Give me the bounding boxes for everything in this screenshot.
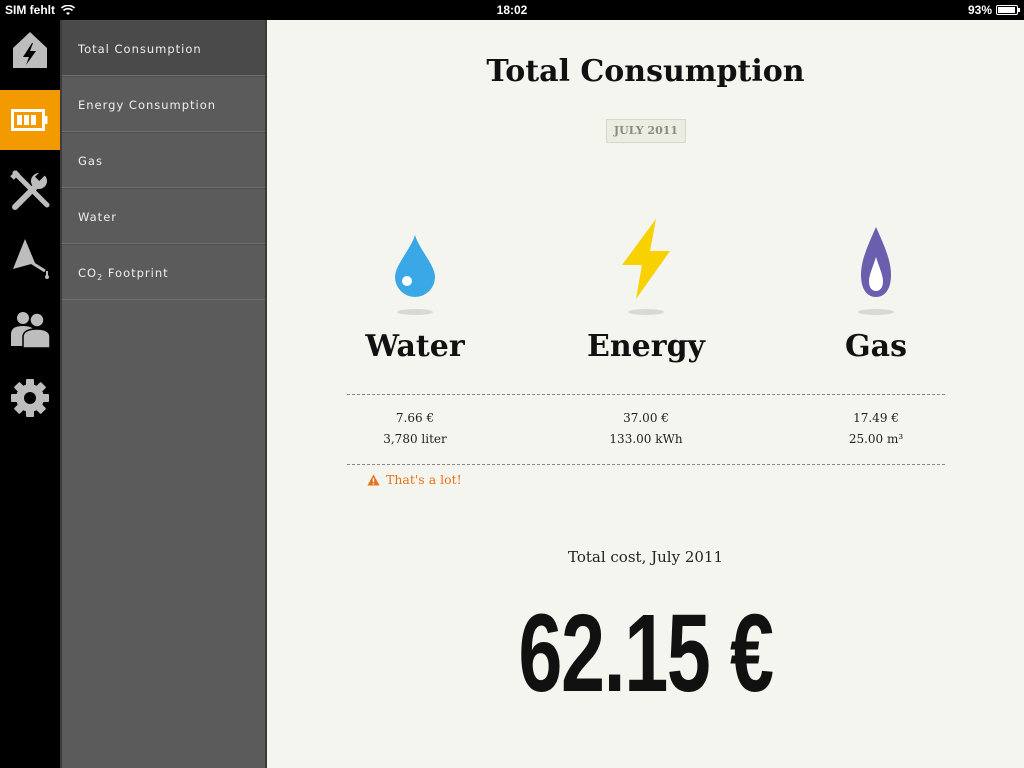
- page-title: Total Consumption: [486, 54, 805, 89]
- water-column: Water: [315, 215, 515, 364]
- total-cost-value: 62.15 €: [518, 592, 774, 715]
- gas-values: 17.49 € 25.00 m³: [776, 408, 976, 450]
- rail-settings-button[interactable]: [0, 368, 60, 428]
- water-drop-icon: [395, 235, 435, 297]
- battery-icon: [11, 109, 48, 131]
- icon-shadow: [628, 309, 664, 315]
- gas-amount: 25.00 m³: [848, 432, 904, 446]
- menu-item-label: Gas: [78, 154, 103, 168]
- warning-message[interactable]: That's a lot!: [367, 472, 462, 487]
- gas-title: Gas: [845, 329, 907, 364]
- total-cost-label: Total cost, July 2011: [568, 548, 723, 566]
- lamp-icon: [13, 239, 49, 279]
- menu-item-label: Water: [78, 210, 117, 224]
- icon-rail: [0, 20, 67, 768]
- icon-shadow: [858, 309, 894, 315]
- divider: [347, 464, 945, 465]
- clock: 18:02: [496, 3, 528, 17]
- gas-column: Gas: [776, 215, 976, 364]
- water-values: 7.66 € 3,780 liter: [315, 408, 515, 450]
- warning-icon: [367, 474, 380, 485]
- date-badge[interactable]: JULY 2011: [606, 119, 686, 143]
- rail-users-button[interactable]: [0, 298, 60, 358]
- gas-cost: 17.49 €: [853, 411, 899, 425]
- rail-home-button[interactable]: [0, 20, 60, 80]
- status-bar: SIM fehlt 18:02 93%: [0, 0, 1024, 20]
- menu-item-label: Energy Consumption: [78, 98, 217, 112]
- menu-item-gas[interactable]: Gas: [62, 132, 265, 188]
- battery-fill: [998, 7, 1015, 13]
- water-amount: 3,780 liter: [383, 432, 447, 446]
- menu-item-energy-consumption[interactable]: Energy Consumption: [62, 76, 265, 132]
- energy-column: Energy: [546, 215, 746, 364]
- battery-percent: 93%: [967, 3, 992, 17]
- tools-icon: [10, 170, 50, 210]
- menu-item-co2-footprint[interactable]: CO2 Footprint: [62, 244, 265, 300]
- water-cost: 7.66 €: [395, 411, 435, 425]
- energy-amount: 133.00 kWh: [609, 432, 683, 446]
- main-content: Total Consumption JULY 2011 Water Energy: [265, 20, 1024, 768]
- gear-icon: [11, 379, 49, 417]
- rail-consumption-button[interactable]: [0, 90, 67, 150]
- lightning-icon: [622, 219, 670, 299]
- gas-flame-icon: [861, 227, 891, 297]
- users-icon: [11, 312, 51, 348]
- battery-indicator-icon: [996, 5, 1020, 15]
- menu-item-water[interactable]: Water: [62, 188, 265, 244]
- rail-tools-button[interactable]: [0, 160, 60, 220]
- energy-title: Energy: [587, 329, 705, 364]
- home-lightning-icon: [13, 32, 47, 68]
- section-menu: Total Consumption Energy Consumption Gas…: [60, 20, 272, 768]
- energy-cost: 37.00 €: [623, 411, 669, 425]
- warning-text: That's a lot!: [386, 472, 462, 487]
- divider: [347, 394, 945, 395]
- menu-item-label: CO2 Footprint: [78, 266, 169, 282]
- rail-lamp-button[interactable]: [0, 228, 60, 288]
- menu-item-label: Total Consumption: [78, 42, 202, 56]
- icon-shadow: [397, 309, 433, 315]
- water-title: Water: [365, 329, 465, 364]
- menu-item-total-consumption[interactable]: Total Consumption: [62, 20, 272, 76]
- energy-values: 37.00 € 133.00 kWh: [546, 408, 746, 450]
